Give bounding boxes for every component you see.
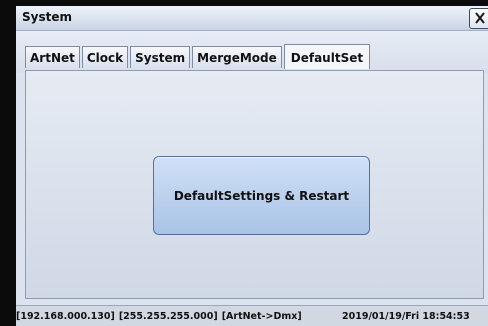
- tab-clock[interactable]: Clock: [81, 46, 129, 68]
- status-mask: [255.255.255.000]: [118, 311, 218, 322]
- window-title: System: [22, 10, 72, 24]
- status-mode: [ArtNet->Dmx]: [221, 311, 302, 322]
- status-bar: [192.168.000.130] [255.255.255.000] [ArtNe…: [16, 305, 488, 326]
- status-ip: [192.168.000.130]: [16, 311, 115, 322]
- status-network-info: [192.168.000.130] [255.255.255.000] [ArtNe…: [16, 311, 306, 322]
- status-datetime: 2019/01/19/Fri 18:54:53: [342, 311, 470, 322]
- title-bar: System: [16, 6, 488, 31]
- close-button[interactable]: [469, 8, 488, 29]
- default-settings-restart-button[interactable]: DefaultSettings & Restart: [153, 156, 370, 235]
- close-icon: [475, 12, 485, 24]
- tab-bar: ArtNet Clock System MergeMode DefaultSet: [16, 31, 488, 73]
- tab-content-panel: DefaultSettings & Restart: [25, 70, 484, 299]
- tab-mergemode[interactable]: MergeMode: [192, 46, 282, 68]
- tab-system[interactable]: System: [130, 46, 191, 68]
- device-screen: System ArtNet Clock System MergeMode Def…: [16, 6, 488, 326]
- tab-artnet[interactable]: ArtNet: [25, 46, 80, 68]
- tab-defaultset[interactable]: DefaultSet: [283, 44, 371, 69]
